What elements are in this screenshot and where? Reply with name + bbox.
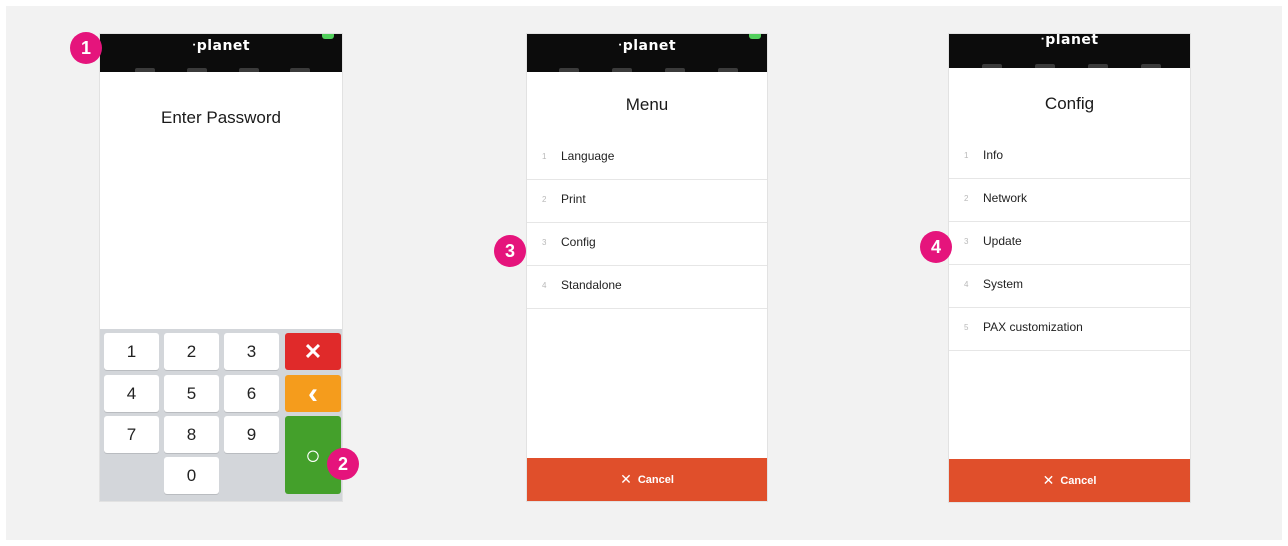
step-badge-4: 4 (920, 231, 952, 263)
planet-logo: ᐧplanet (191, 38, 251, 54)
step-badge-3: 3 (494, 235, 526, 267)
key-2[interactable]: 2 (164, 333, 219, 370)
soft-key-indicator (559, 68, 579, 72)
item-number: 5 (964, 323, 969, 332)
page-title: Menu (625, 95, 669, 114)
key-4[interactable]: 4 (104, 375, 159, 412)
key-5[interactable]: 5 (164, 375, 219, 412)
item-label: PAX customization (983, 320, 1083, 334)
soft-key-indicator (982, 64, 1002, 68)
item-number: 4 (542, 281, 547, 290)
soft-key-indicator (1035, 64, 1055, 68)
key-9[interactable]: 9 (224, 416, 279, 453)
status-led-icon (322, 34, 334, 39)
menu-item-standalone[interactable]: 4 Standalone (527, 266, 767, 309)
item-label: Network (983, 191, 1028, 205)
close-icon: ✕ (1042, 472, 1055, 488)
item-label: Config (561, 235, 596, 249)
soft-key-indicator (187, 68, 207, 72)
device-top-bar: ᐧplanet (527, 34, 767, 72)
backspace-button[interactable]: ‹ (285, 375, 341, 412)
item-label: Print (561, 192, 586, 206)
key-0[interactable]: 0 (164, 457, 219, 494)
key-3[interactable]: 3 (224, 333, 279, 370)
item-number: 2 (542, 195, 547, 204)
status-led-icon (749, 34, 761, 39)
planet-logo: ᐧplanet (1040, 33, 1099, 48)
password-screen: ᐧplanet Enter Password 1 2 3 4 5 6 7 8 9… (99, 33, 343, 502)
device-top-bar: ᐧplanet (949, 34, 1190, 68)
close-icon: ✕ (620, 471, 632, 487)
cancel-button[interactable]: ✕ Cancel (527, 458, 767, 501)
soft-key-indicator (1141, 64, 1161, 68)
page-title: Config (1044, 94, 1095, 113)
cancel-label: Cancel (1060, 474, 1097, 487)
key-6[interactable]: 6 (224, 375, 279, 412)
menu-item-print[interactable]: 2 Print (527, 180, 767, 223)
close-icon: ✕ (303, 338, 323, 364)
soft-key-indicator (290, 68, 310, 72)
item-number: 3 (542, 238, 547, 247)
page-title: Enter Password (161, 108, 281, 127)
menu-screen: ᐧplanet Menu 1 Language 2 Print 3 Config… (526, 33, 768, 502)
cancel-label: Cancel (637, 473, 674, 486)
chevron-left-icon: ‹ (308, 376, 318, 410)
item-number: 2 (964, 194, 969, 203)
numeric-keypad: 1 2 3 4 5 6 7 8 9 0 ✕ ‹ ○ (100, 329, 342, 501)
key-1[interactable]: 1 (104, 333, 159, 370)
soft-key-indicator (665, 68, 685, 72)
config-item-network[interactable]: 2 Network (949, 179, 1190, 222)
config-item-system[interactable]: 4 System (949, 265, 1190, 308)
item-label: Update (983, 234, 1022, 248)
cancel-button[interactable]: ✕ Cancel (949, 459, 1190, 502)
item-label: Standalone (561, 278, 622, 292)
item-number: 4 (964, 280, 969, 289)
menu-item-language[interactable]: 1 Language (527, 137, 767, 180)
planet-logo: ᐧplanet (617, 38, 677, 54)
menu-item-config[interactable]: 3 Config (527, 223, 767, 266)
item-number: 1 (964, 151, 969, 160)
item-number: 1 (542, 152, 547, 161)
soft-key-indicator (1088, 64, 1108, 68)
item-label: System (983, 277, 1024, 291)
key-7[interactable]: 7 (104, 416, 159, 453)
delete-button[interactable]: ✕ (285, 333, 341, 370)
device-top-bar: ᐧplanet (100, 34, 342, 72)
item-number: 3 (964, 237, 969, 246)
config-item-pax-customization[interactable]: 5 PAX customization (949, 308, 1190, 351)
item-label: Info (983, 148, 1004, 162)
circle-icon: ○ (305, 439, 321, 470)
config-item-update[interactable]: 3 Update (949, 222, 1190, 265)
soft-key-indicator (718, 68, 738, 72)
config-item-info[interactable]: 1 Info (949, 136, 1190, 179)
soft-key-indicator (135, 68, 155, 72)
item-label: Language (561, 149, 615, 163)
step-badge-1: 1 (70, 32, 102, 64)
config-screen: ᐧplanet Config 1 Info 2 Network 3 Update… (948, 33, 1191, 503)
key-8[interactable]: 8 (164, 416, 219, 453)
step-badge-2: 2 (327, 448, 359, 480)
soft-key-indicator (612, 68, 632, 72)
soft-key-indicator (239, 68, 259, 72)
